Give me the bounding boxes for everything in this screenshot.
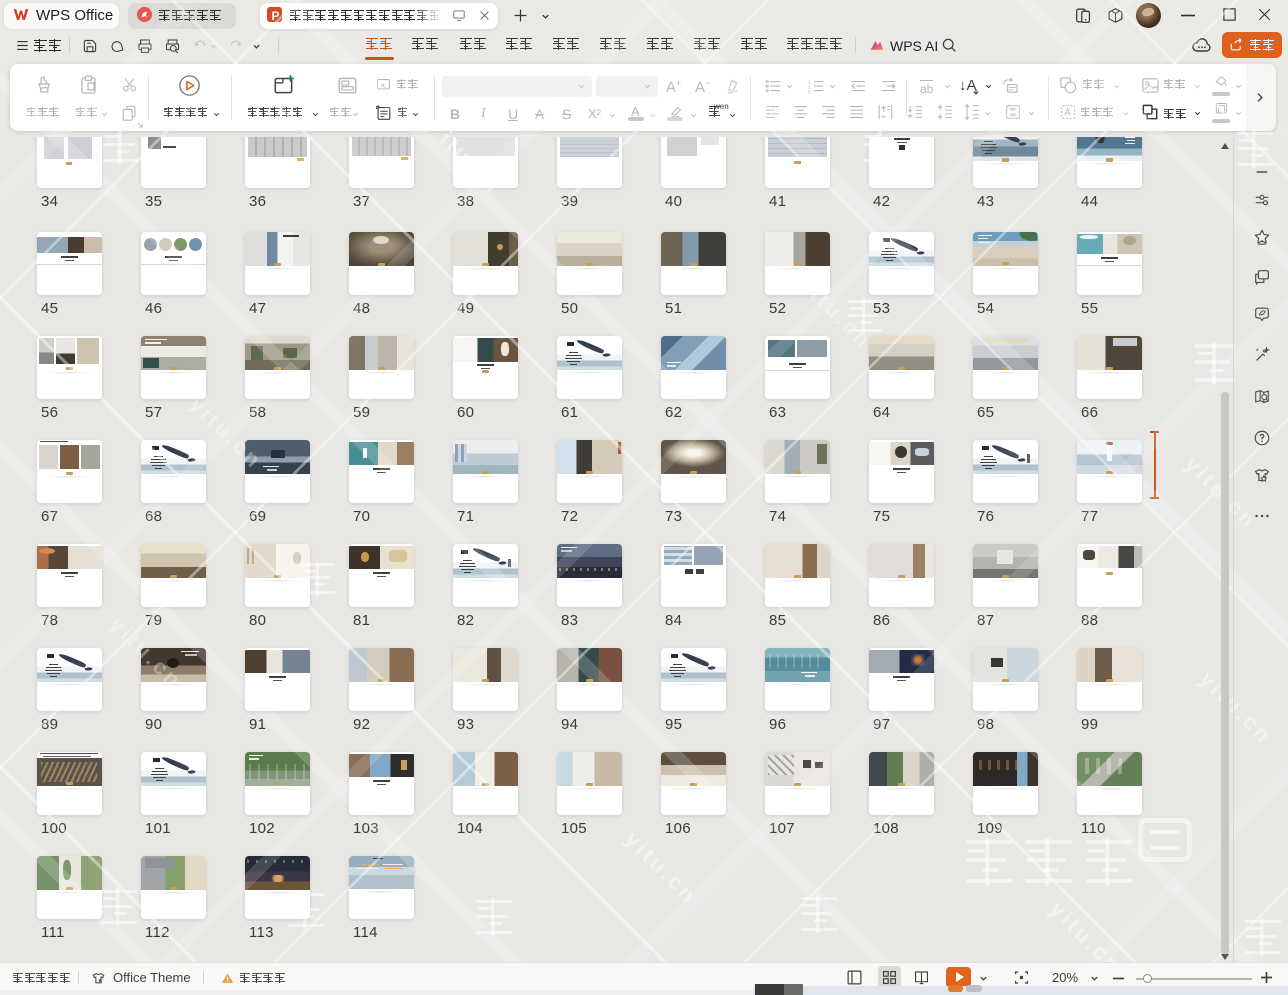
svg-text:A: A	[1064, 108, 1071, 119]
svg-text:3: 3	[808, 89, 811, 95]
